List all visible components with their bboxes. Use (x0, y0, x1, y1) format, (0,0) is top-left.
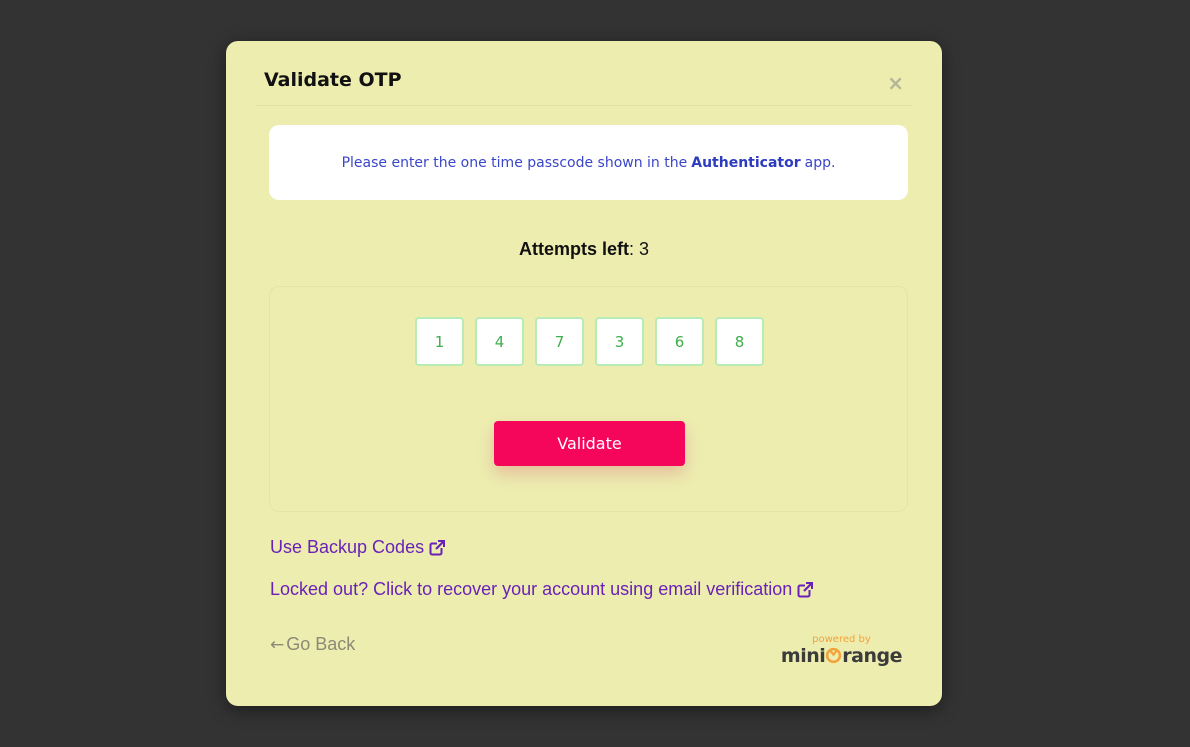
external-link-icon (429, 539, 446, 556)
otp-input-row: 1 4 7 3 6 8 (415, 317, 764, 366)
recover-account-link[interactable]: Locked out? Click to recover your accoun… (270, 579, 814, 600)
miniorange-logo-icon (825, 645, 842, 667)
otp-digit-input-6[interactable]: 8 (715, 317, 764, 366)
recover-account-label: Locked out? Click to recover your accoun… (270, 579, 793, 599)
validate-button[interactable]: Validate (494, 421, 685, 466)
info-text-prefix: Please enter the one time passcode shown… (341, 154, 688, 171)
otp-panel: 1 4 7 3 6 8 Validate (269, 286, 908, 512)
header-divider (256, 105, 912, 106)
powered-by-label: powered by (812, 634, 871, 645)
back-arrow-icon: ← (270, 634, 285, 655)
otp-digit-input-4[interactable]: 3 (595, 317, 644, 366)
otp-digit-input-2[interactable]: 4 (475, 317, 524, 366)
external-link-icon (797, 581, 814, 598)
modal-title: Validate OTP (264, 69, 402, 91)
use-backup-codes-link[interactable]: Use Backup Codes (270, 537, 446, 558)
brand-suffix: range (842, 645, 902, 667)
attempts-separator: : (628, 239, 634, 259)
backup-codes-label: Use Backup Codes (270, 537, 425, 557)
brand-prefix: mini (780, 645, 826, 667)
attempts-label: Attempts left (518, 239, 629, 259)
attempts-left: Attempts left: 3 (226, 239, 942, 260)
go-back-label: Go Back (286, 634, 356, 654)
powered-by-miniorange: powered by mini range (780, 634, 903, 667)
otp-digit-input-1[interactable]: 1 (415, 317, 464, 366)
info-text-suffix: app. (804, 154, 836, 171)
info-app-name: Authenticator (691, 154, 801, 171)
attempts-value: 3 (639, 239, 650, 259)
go-back-link[interactable]: ← Go Back (270, 634, 355, 655)
otp-digit-input-3[interactable]: 7 (535, 317, 584, 366)
validate-otp-modal: Validate OTP × Please enter the one time… (226, 41, 942, 706)
close-icon[interactable]: × (887, 73, 904, 93)
info-message: Please enter the one time passcode shown… (269, 125, 908, 200)
otp-digit-input-5[interactable]: 6 (655, 317, 704, 366)
miniorange-logo: mini range (780, 645, 903, 667)
